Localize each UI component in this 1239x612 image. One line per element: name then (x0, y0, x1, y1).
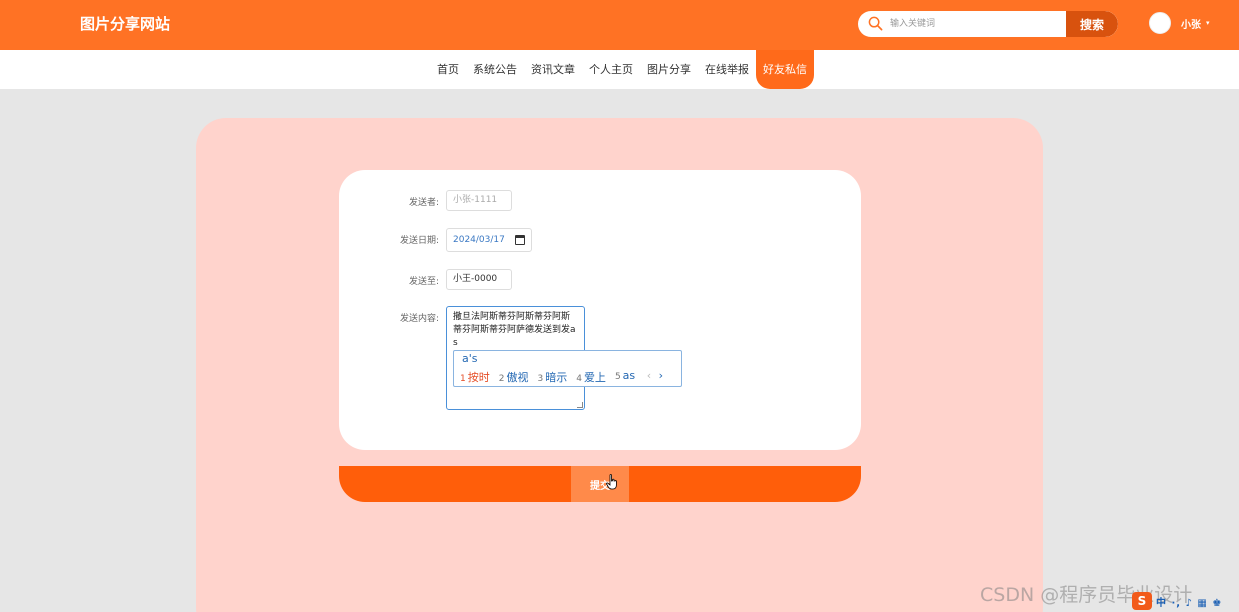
submit-bar: 提交 (339, 466, 861, 502)
recipient-label: 发送至: (408, 277, 439, 287)
nav-item[interactable]: 资讯文章 (524, 50, 582, 89)
search-icon (868, 16, 883, 31)
ime-candidate[interactable]: 1 按时 (460, 369, 490, 385)
ime-page-nav: ‹ › (643, 369, 663, 382)
nav-item[interactable]: 好友私信 (756, 50, 814, 89)
user-name[interactable]: 小张 (1181, 16, 1201, 31)
nav-item[interactable]: 系统公告 (466, 50, 524, 89)
ime-candidate-text: 暗示 (545, 371, 568, 384)
ime-candidate-number: 3 (537, 374, 544, 384)
search-box: 搜索 (858, 11, 1118, 37)
ime-next-icon[interactable]: › (659, 369, 663, 382)
sender-field[interactable]: 小张-1111 (446, 190, 512, 211)
ime-candidate-popup: a's 1 按时 2 傲视 3 暗示 4 爱上 5 as ‹ › (453, 350, 682, 387)
content-text: 撒旦法阿斯蒂芬阿斯蒂芬阿斯蒂芬阿斯蒂芬阿萨德发送到发as (453, 312, 576, 348)
ime-candidate[interactable]: 4 爱上 (576, 369, 606, 385)
ime-toolbar[interactable]: S 中 ·, ♪ ▦ ♚ (1132, 590, 1239, 612)
date-field[interactable]: 2024/03/17 (446, 228, 532, 252)
nav-item[interactable]: 首页 (430, 50, 466, 89)
ime-candidate-list: 1 按时 2 傲视 3 暗示 4 爱上 5 as (460, 369, 644, 385)
ime-composition: a's (462, 352, 478, 365)
ime-candidate-text: 爱上 (583, 371, 606, 384)
sogou-ime-icon[interactable]: S (1132, 592, 1152, 610)
ime-candidate-text: 按时 (467, 371, 490, 384)
ime-candidate-number: 2 (498, 374, 505, 384)
search-input[interactable] (890, 14, 1060, 34)
user-menu[interactable]: 小张 ▾ (1149, 9, 1210, 37)
nav-list: 首页 系统公告 资讯文章 个人主页 图片分享 在线举报 好友私信 (430, 50, 814, 89)
nav-item[interactable]: 在线举报 (698, 50, 756, 89)
date-value: 2024/03/17 (453, 235, 505, 245)
ime-candidate[interactable]: 2 傲视 (499, 369, 529, 385)
resize-handle-icon[interactable] (577, 402, 583, 408)
ime-candidate[interactable]: 5 as (615, 369, 635, 385)
ime-candidate-number: 1 (460, 374, 466, 384)
main-nav: 首页 系统公告 资讯文章 个人主页 图片分享 在线举报 好友私信 (0, 50, 1239, 89)
content-label: 发送内容: (399, 314, 439, 324)
ime-candidate-number: 4 (576, 374, 582, 384)
ime-prev-icon[interactable]: ‹ (647, 369, 651, 382)
ime-candidate-number: 5 (614, 372, 621, 382)
message-form-card (339, 170, 861, 450)
nav-item[interactable]: 个人主页 (582, 50, 640, 89)
hand-pointer-icon (606, 474, 617, 490)
sender-label: 发送者: (408, 198, 439, 208)
top-header: 图片分享网站 搜索 小张 ▾ (0, 0, 1239, 50)
ime-candidate[interactable]: 3 暗示 (537, 369, 567, 385)
submit-button[interactable]: 提交 (571, 466, 629, 502)
ime-candidate-text: 傲视 (506, 371, 529, 384)
ime-candidate-text: as (622, 369, 636, 382)
calendar-icon[interactable] (515, 235, 525, 245)
search-button[interactable]: 搜索 (1066, 11, 1118, 37)
avatar[interactable] (1149, 12, 1171, 34)
chevron-down-icon[interactable]: ▾ (1206, 19, 1210, 27)
recipient-field[interactable]: 小王-0000 (446, 269, 512, 290)
site-title[interactable]: 图片分享网站 (80, 13, 170, 34)
ime-toolbar-status[interactable]: 中 ·, ♪ ▦ ♚ (1156, 594, 1222, 609)
nav-item[interactable]: 图片分享 (640, 50, 698, 89)
date-label: 发送日期: (399, 236, 439, 246)
